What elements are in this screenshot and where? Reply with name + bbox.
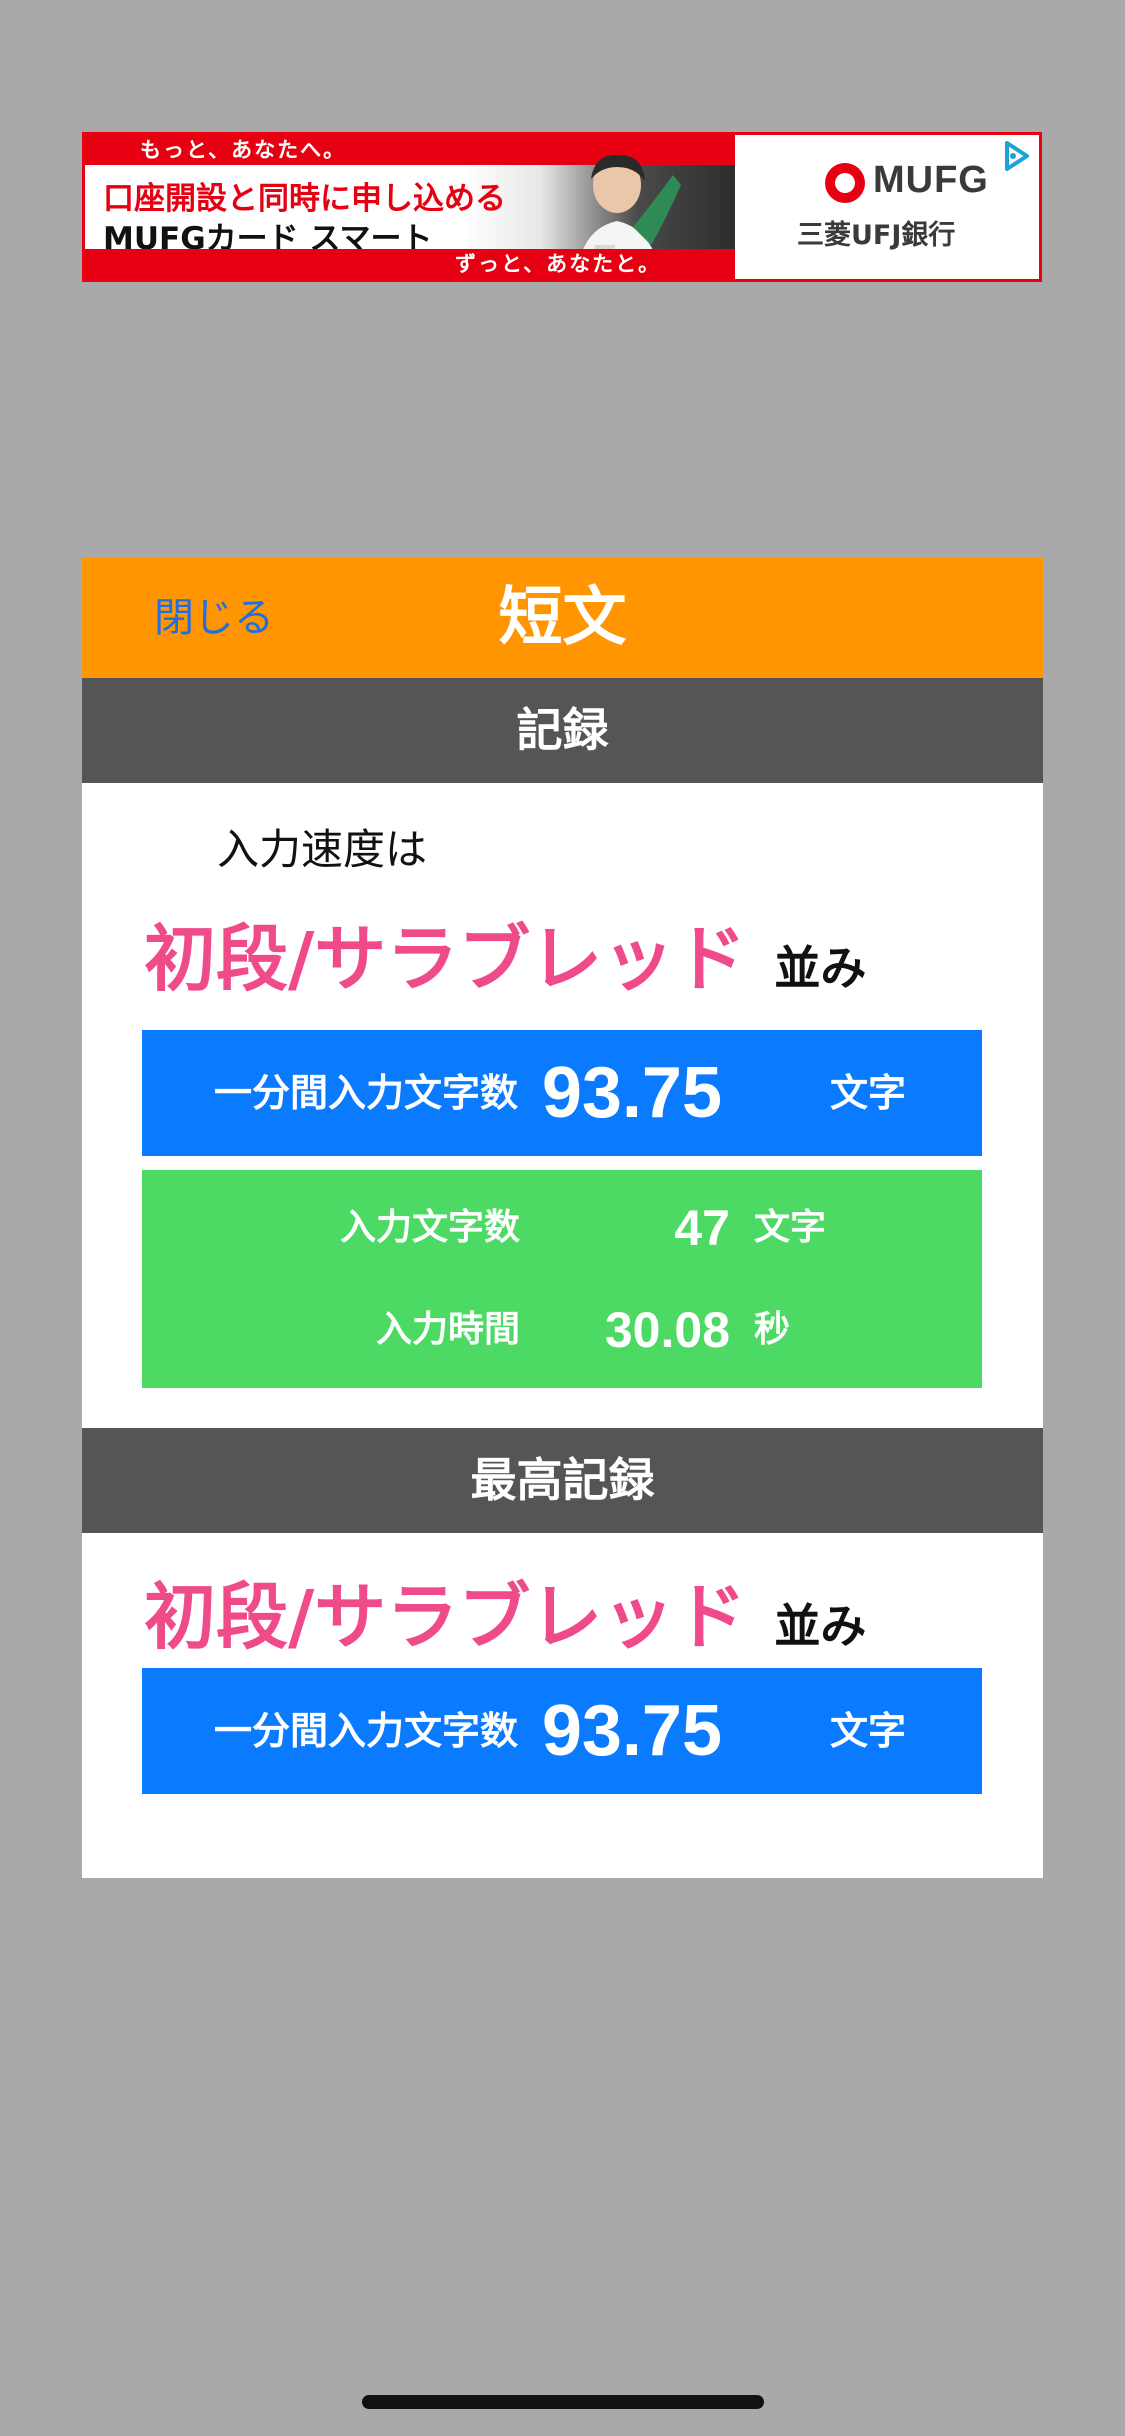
- rank-suffix: 並み: [774, 941, 867, 995]
- result-card: 短文 閉じる 記録 入力速度は 初段/サラブレッド 並み 一分間入力文字数 93.…: [82, 558, 1043, 1878]
- char-count-unit: 文字: [754, 1207, 827, 1248]
- best-per-minute-unit: 文字: [830, 1709, 907, 1753]
- close-button[interactable]: 閉じる: [154, 588, 274, 648]
- ad-banner[interactable]: もっと、あなたへ。 口座開設と同時に申し込める MUFGカード スマート ずっと…: [82, 132, 1042, 282]
- input-time-unit: 秒: [754, 1309, 791, 1350]
- rank-result: 初段/サラブレッド 並み: [144, 900, 866, 1005]
- input-time-row: 入力時間 30.08 秒: [142, 1280, 982, 1380]
- ad-image-area[interactable]: もっと、あなたへ。 口座開設と同時に申し込める MUFGカード スマート ずっと…: [85, 135, 735, 279]
- input-time-value: 30.08: [604, 1302, 730, 1358]
- ad-bottom-strip: ずっと、あなたと。: [85, 249, 735, 279]
- adchoices-icon[interactable]: [999, 139, 1033, 173]
- best-record-section-header: 最高記録: [82, 1428, 1043, 1533]
- best-rank-suffix: 並み: [774, 1599, 867, 1653]
- per-minute-label: 一分間入力文字数: [214, 1071, 519, 1115]
- best-per-minute-value: 93.75: [541, 1691, 722, 1771]
- char-count-label: 入力文字数: [339, 1207, 520, 1248]
- speed-intro-text: 入力速度は: [217, 825, 428, 874]
- best-rank-name: 初段/サラブレッド: [144, 1575, 747, 1659]
- per-minute-value: 93.75: [541, 1053, 722, 1133]
- ad-headline: 口座開設と同時に申し込める: [103, 181, 506, 217]
- mufg-logo-icon: [825, 163, 865, 203]
- record-section-header: 記録: [82, 678, 1043, 783]
- char-count-value: 47: [674, 1200, 730, 1256]
- home-indicator[interactable]: [362, 2395, 764, 2409]
- best-per-minute-label: 一分間入力文字数: [214, 1709, 519, 1753]
- per-minute-unit: 文字: [830, 1071, 907, 1115]
- detail-stats: 入力文字数 47 文字 入力時間 30.08 秒: [142, 1170, 982, 1388]
- ad-brand-area[interactable]: MUFG 三菱UFJ銀行: [735, 135, 1039, 279]
- rank-name: 初段/サラブレッド: [144, 917, 747, 1001]
- input-time-label: 入力時間: [375, 1309, 520, 1350]
- modal-header: 短文 閉じる: [82, 558, 1043, 678]
- ad-brand-name: MUFG: [873, 159, 989, 201]
- best-per-minute-stat: 一分間入力文字数 93.75 文字: [142, 1668, 982, 1794]
- ad-bank-name: 三菱UFJ銀行: [797, 220, 956, 251]
- best-rank-result: 初段/サラブレッド 並み: [144, 1558, 866, 1663]
- char-count-row: 入力文字数 47 文字: [142, 1178, 982, 1278]
- per-minute-stat: 一分間入力文字数 93.75 文字: [142, 1030, 982, 1156]
